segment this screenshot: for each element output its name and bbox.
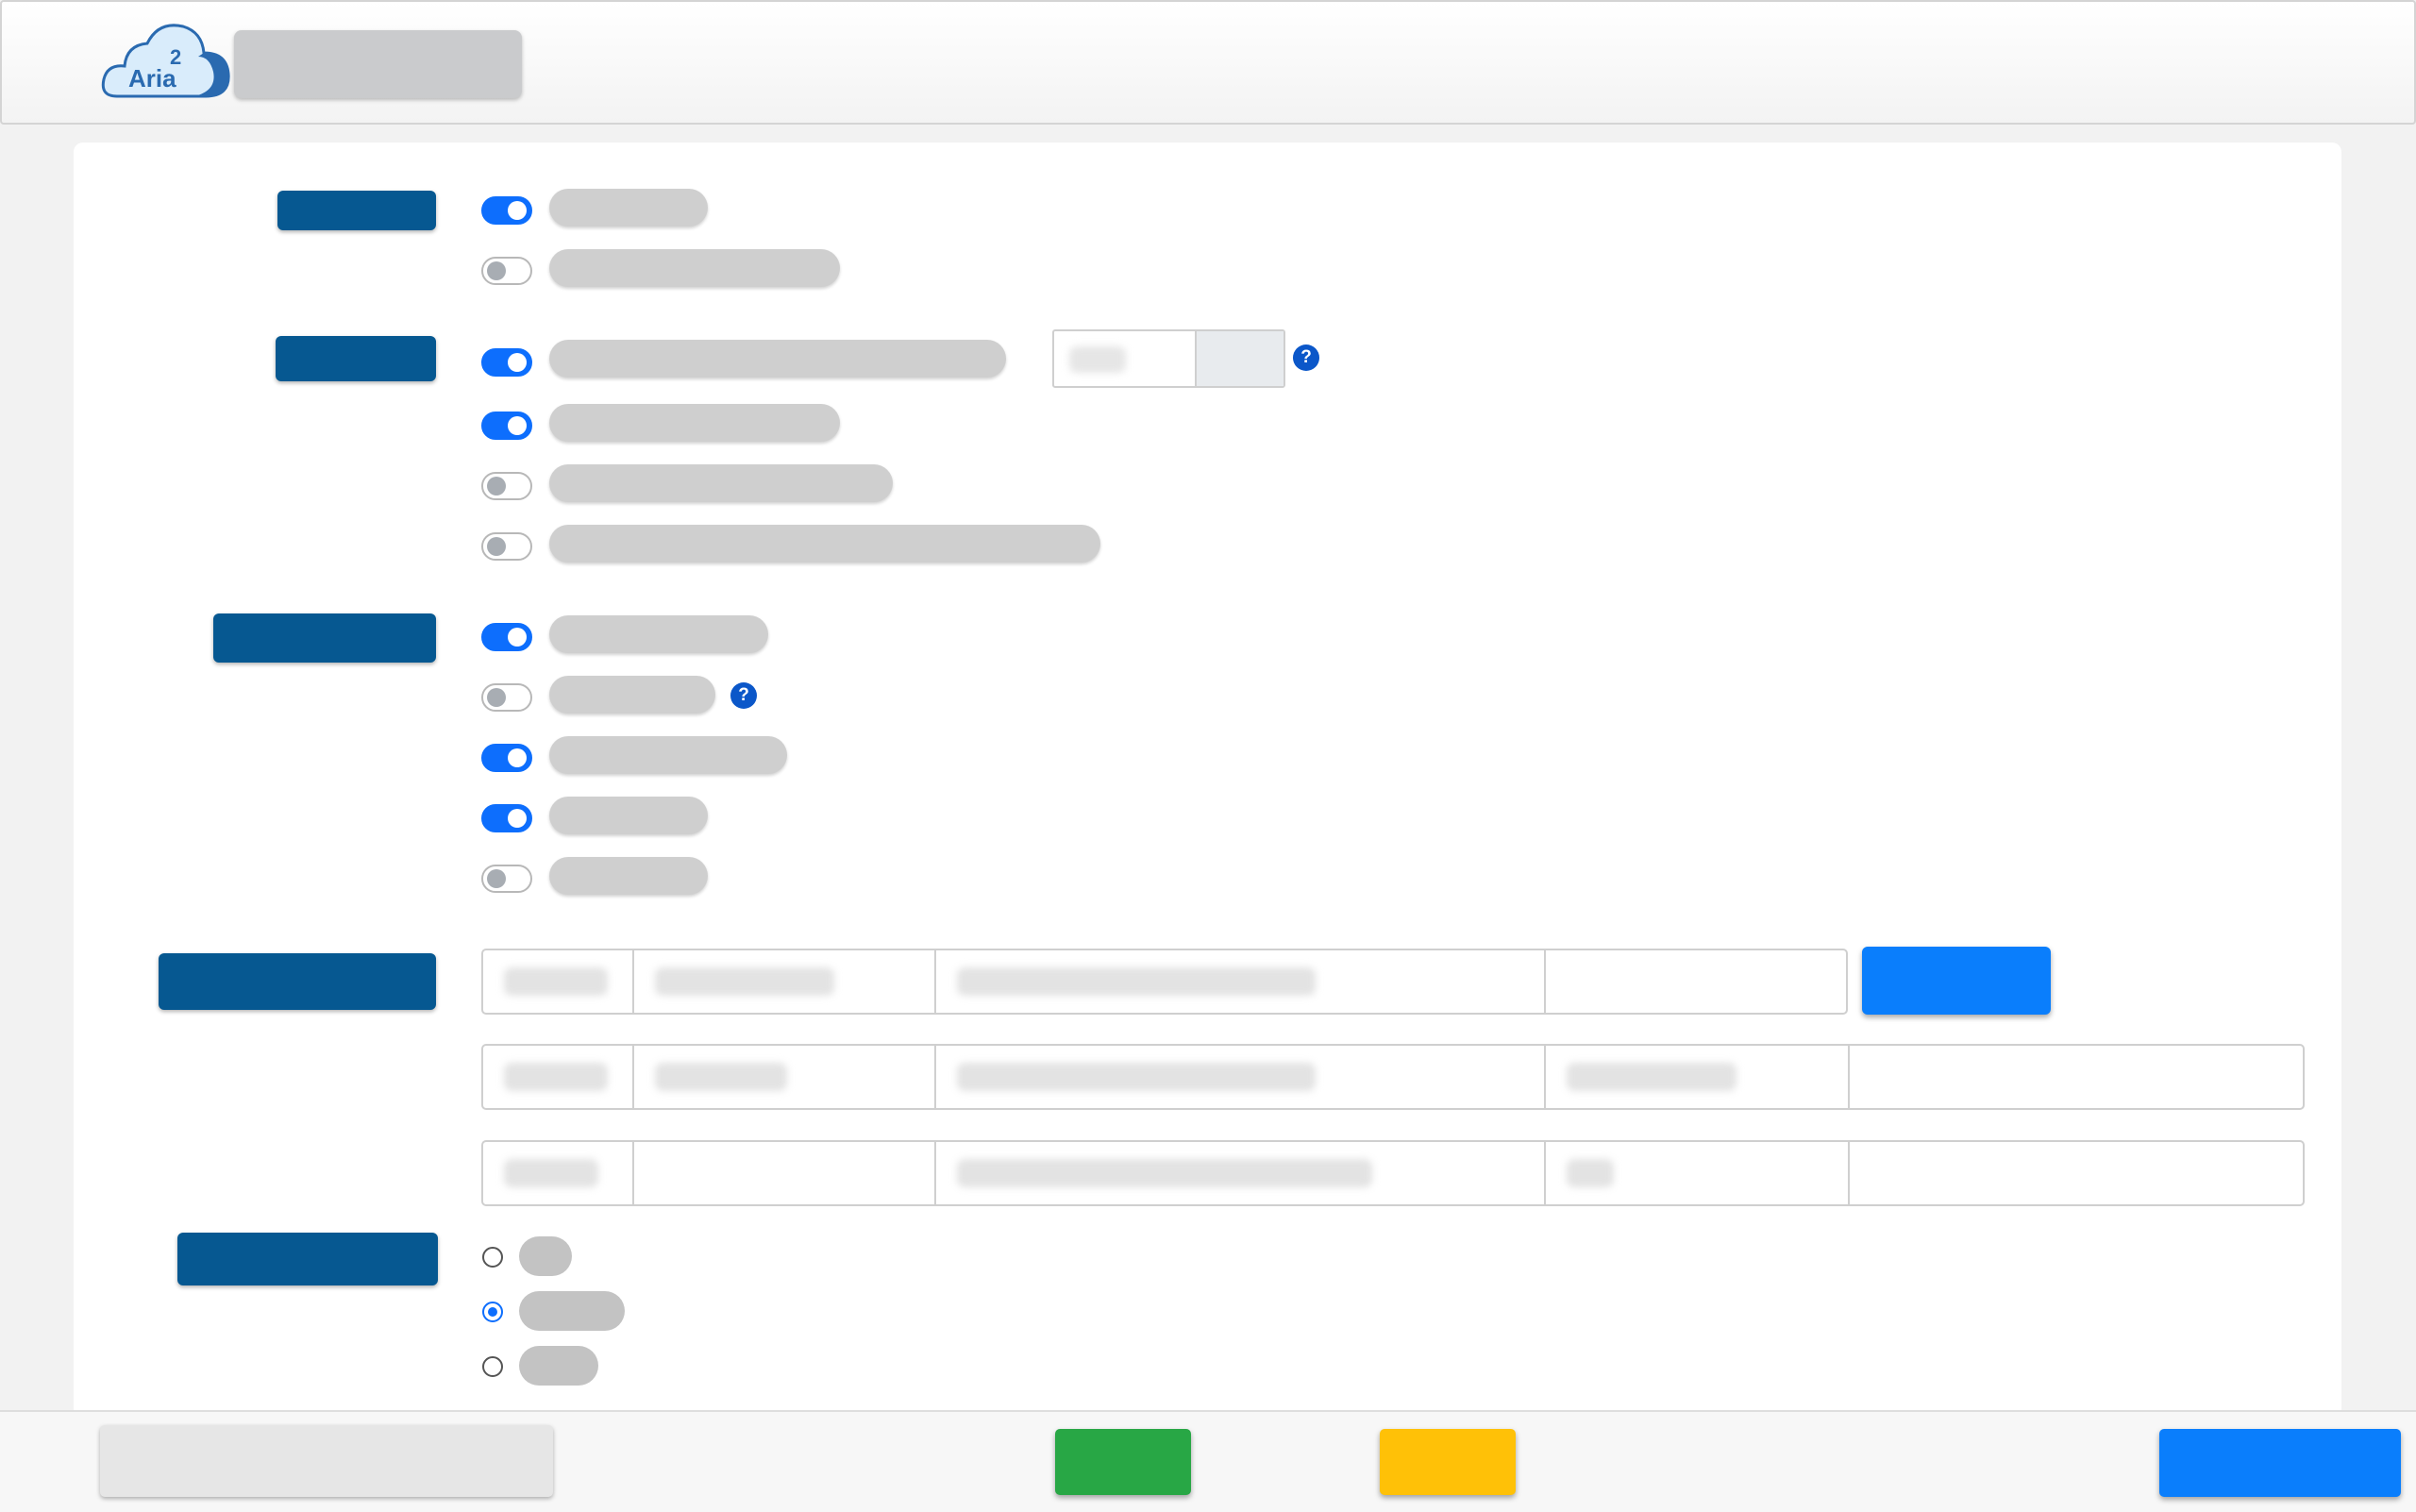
section-2-label	[276, 336, 436, 381]
section-3-option-4-label	[549, 797, 708, 834]
logo-text: Aria	[128, 64, 176, 92]
row-1-cell-4[interactable]	[1546, 950, 1846, 1013]
section-3-toggle-2[interactable]	[481, 683, 532, 712]
row-3-cell-1[interactable]	[483, 1142, 634, 1204]
row-2-cell-5[interactable]	[1850, 1046, 2303, 1108]
row-3-cell-2[interactable]	[634, 1142, 936, 1204]
section-1-label	[277, 191, 436, 230]
section-3-toggle-3[interactable]	[481, 744, 532, 772]
table-row-3	[481, 1140, 2305, 1206]
number-input-addon	[1195, 331, 1284, 386]
section-2-number-input[interactable]	[1052, 329, 1285, 388]
section-2-option-3-label	[549, 464, 893, 502]
add-row-button[interactable]	[1862, 947, 2051, 1015]
table-row-1	[481, 949, 1848, 1015]
section-3-toggle-1[interactable]	[481, 623, 532, 651]
radio-option-1-label	[519, 1236, 572, 1276]
section-2-option-2-label	[549, 404, 840, 442]
question-mark-icon[interactable]: ?	[1293, 344, 1319, 371]
section-5-label	[177, 1233, 438, 1285]
question-mark-icon[interactable]: ?	[730, 682, 757, 709]
footer-left-button[interactable]	[100, 1425, 553, 1497]
row-3-cell-5[interactable]	[1850, 1142, 2303, 1204]
section-3-option-3-label	[549, 736, 787, 774]
radio-option-1[interactable]	[482, 1247, 503, 1268]
section-2-option-1-label	[549, 340, 1006, 378]
section-2-toggle-4[interactable]	[481, 532, 532, 561]
footer-blue-button[interactable]	[2159, 1429, 2401, 1497]
app-title-placeholder	[234, 30, 522, 98]
row-2-cell-4[interactable]	[1546, 1046, 1850, 1108]
row-3-cell-3[interactable]	[936, 1142, 1546, 1204]
section-1-option-2-label	[549, 249, 840, 287]
section-1-option-1-label	[549, 189, 708, 227]
app-header: 2 Aria	[0, 0, 2416, 125]
radio-option-2[interactable]	[482, 1302, 503, 1322]
row-1-cell-1[interactable]	[483, 950, 634, 1013]
radio-option-3-label	[519, 1346, 598, 1386]
section-1-toggle-1[interactable]	[481, 196, 532, 225]
footer-yellow-button[interactable]	[1380, 1429, 1516, 1495]
section-3-option-1-label	[549, 615, 768, 653]
section-3-toggle-5[interactable]	[481, 865, 532, 893]
row-3-cell-4[interactable]	[1546, 1142, 1850, 1204]
footer-bar	[0, 1410, 2416, 1512]
footer-green-button[interactable]	[1055, 1429, 1191, 1495]
section-2-toggle-1[interactable]	[481, 348, 532, 377]
section-2-toggle-3[interactable]	[481, 472, 532, 500]
radio-option-3[interactable]	[482, 1356, 503, 1377]
section-1-toggle-2[interactable]	[481, 257, 532, 285]
row-2-cell-3[interactable]	[936, 1046, 1546, 1108]
section-3-option-5-label	[549, 857, 708, 895]
section-3-option-2-label	[549, 676, 715, 714]
row-1-cell-2[interactable]	[634, 950, 936, 1013]
table-row-2	[481, 1044, 2305, 1110]
cloud-logo-icon[interactable]: 2 Aria	[100, 15, 230, 102]
row-1-cell-3[interactable]	[936, 950, 1546, 1013]
section-2-toggle-2[interactable]	[481, 412, 532, 440]
row-2-cell-2[interactable]	[634, 1046, 936, 1108]
section-2-option-4-label	[549, 525, 1100, 563]
section-3-label	[213, 613, 436, 663]
radio-option-2-label	[519, 1291, 625, 1331]
row-2-cell-1[interactable]	[483, 1046, 634, 1108]
section-3-toggle-4[interactable]	[481, 804, 532, 832]
section-4-label	[159, 953, 436, 1010]
